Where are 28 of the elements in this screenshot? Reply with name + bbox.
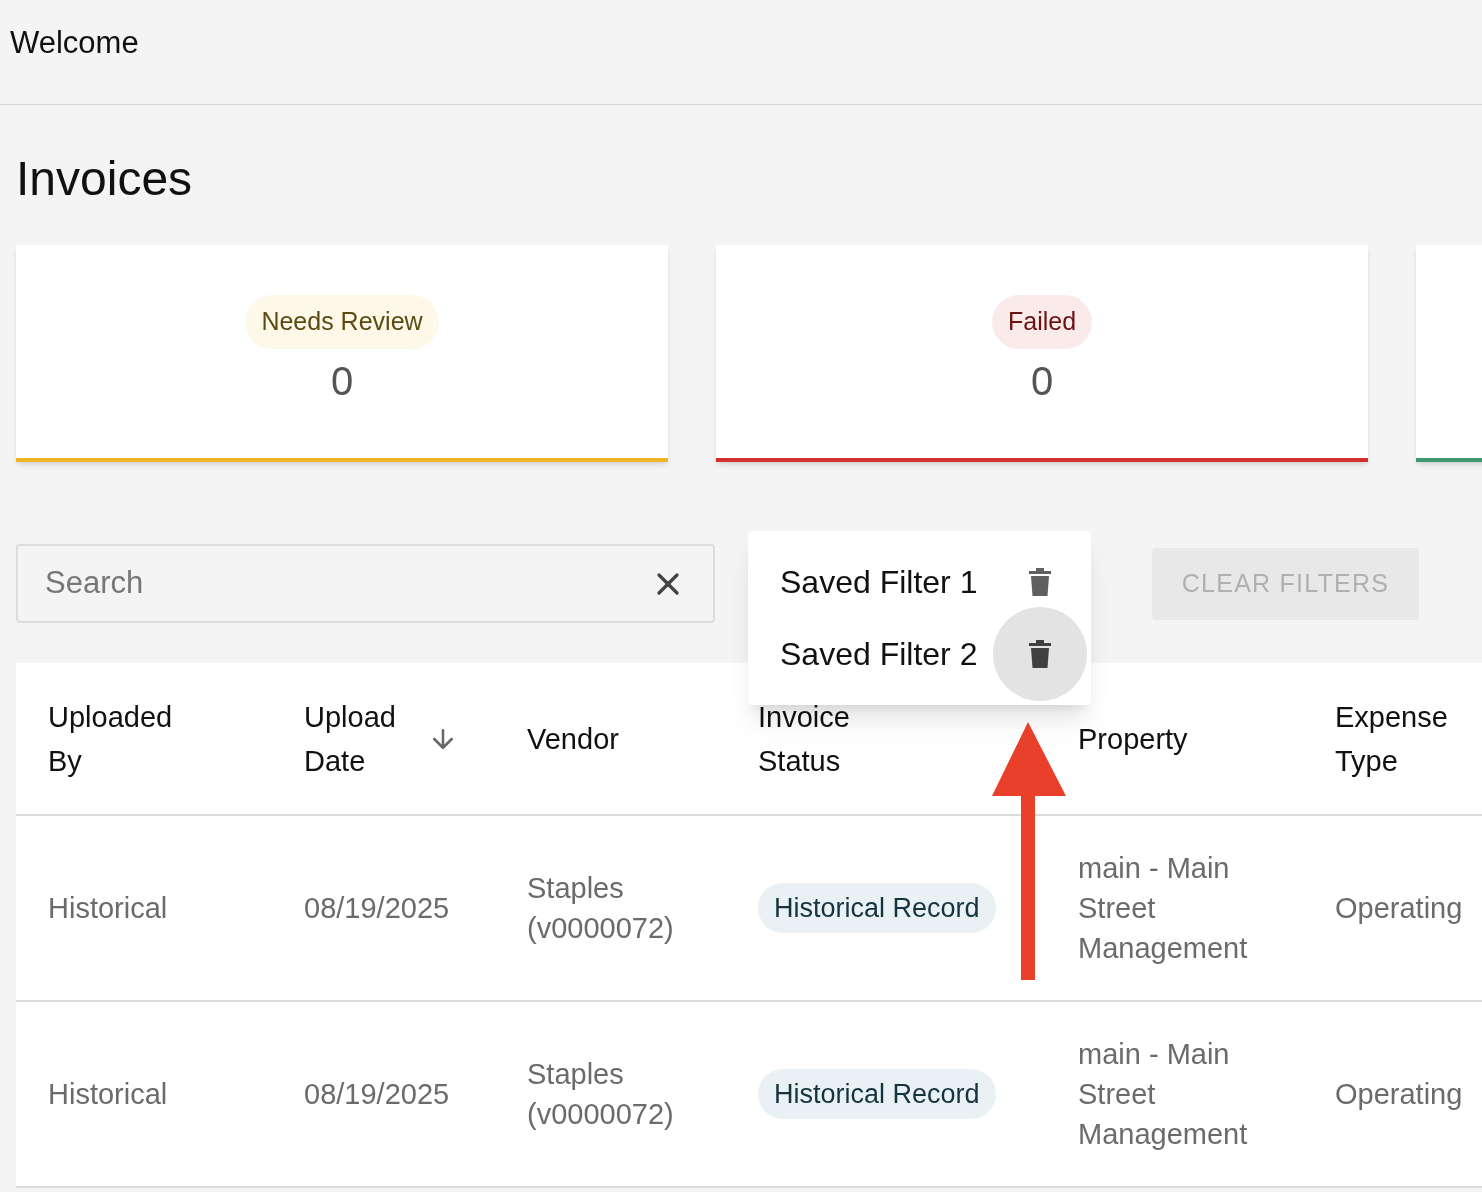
table-cell-text: Operating — [1335, 891, 1464, 926]
status-count: 0 — [1030, 357, 1054, 405]
table-cell-text: Historical — [48, 1077, 169, 1112]
table-cell-text: main - Main Street Management — [1078, 851, 1249, 966]
welcome-text: Welcome — [10, 25, 139, 60]
table-cell-text: Staples (v0000072) — [527, 1057, 675, 1132]
table-cell-text: Historical — [48, 891, 169, 926]
search-input[interactable]: Search — [45, 560, 650, 607]
menu-item[interactable]: Saved Filter 2 — [780, 630, 993, 678]
menu-item[interactable]: Saved Filter 1 — [780, 558, 993, 606]
trash-icon[interactable] — [1029, 567, 1051, 597]
table-cell-text: Staples (v0000072) — [527, 871, 675, 946]
status-badge: Needs Review — [245, 295, 439, 349]
column-header[interactable]: Vendor — [527, 716, 647, 761]
search-field[interactable]: Search — [16, 544, 715, 623]
table-cell-text: 08/19/2025 — [304, 891, 451, 926]
column-header[interactable]: Upload Date — [304, 694, 458, 783]
column-header[interactable]: Expense Type — [1335, 694, 1455, 783]
table-cell-text: 08/19/2025 — [304, 1077, 451, 1112]
trash-icon[interactable] — [1029, 639, 1051, 669]
table-cell-text: Operating — [1335, 1077, 1464, 1112]
column-header[interactable]: Property — [1078, 716, 1198, 761]
status-badge: Historical Record — [758, 1068, 996, 1120]
status-badge: Failed — [991, 295, 1093, 349]
status-badge: Historical Record — [758, 882, 996, 934]
page-title: Invoices — [16, 151, 194, 207]
table-cell-text: main - Main Street Management — [1078, 1037, 1249, 1152]
status-count: 0 — [330, 357, 354, 405]
